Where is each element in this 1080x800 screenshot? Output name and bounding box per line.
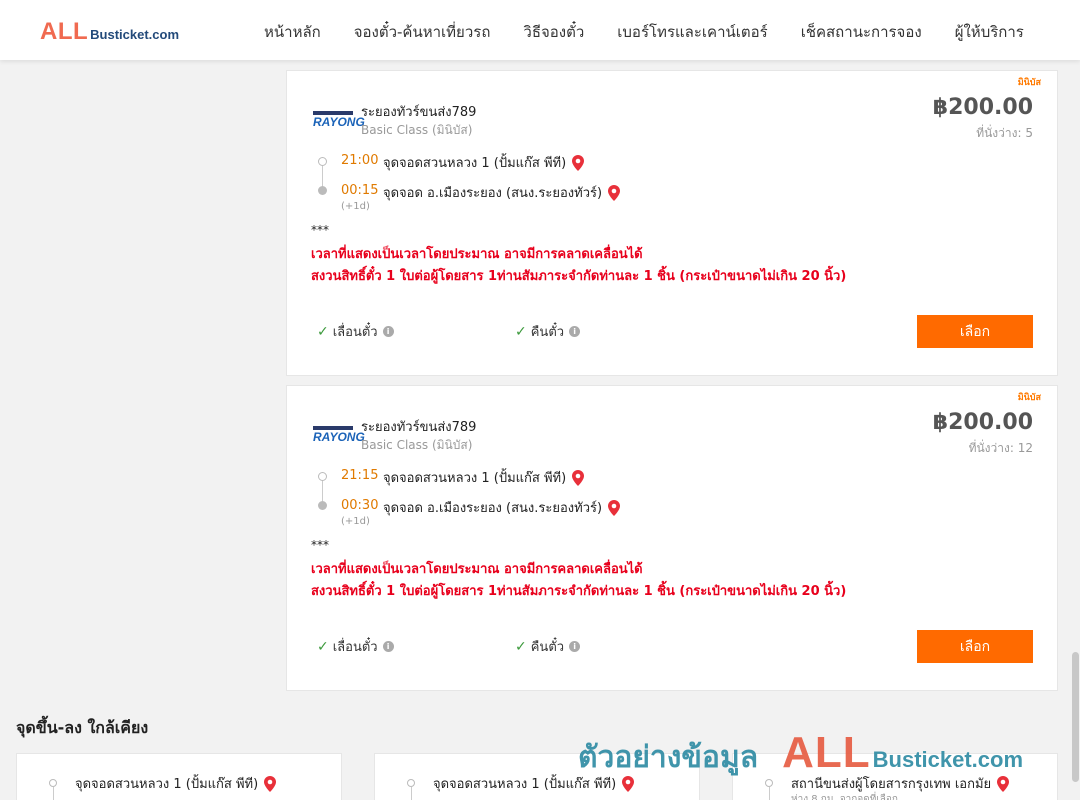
- next-day-indicator: (+1d): [341, 516, 370, 527]
- page-scrollbar[interactable]: [1070, 60, 1080, 800]
- departure-dot-icon: [318, 157, 327, 166]
- info-icon[interactable]: i: [382, 641, 394, 652]
- main-nav: หน้าหลัก จองตั๋ว-ค้นหาเที่ยวรถ วิธีจองตั…: [264, 20, 1057, 44]
- arrival-place: จุดจอด อ.เมืองระยอง (สนง.ระยองทัวร์): [383, 182, 621, 203]
- operator-name: ระยองทัวร์ขนส่ง789: [361, 420, 477, 435]
- note-stars: ***: [311, 223, 329, 237]
- nearby-stop-name: จุดจอดสวนหลวง 1 (ปั้มแก๊ส พีที): [75, 773, 277, 794]
- site-header: ALL Busticket.com หน้าหลัก จองตั๋ว-ค้นหา…: [0, 0, 1080, 60]
- info-icon[interactable]: i: [569, 641, 581, 652]
- check-icon: ✓: [317, 323, 329, 340]
- nav-phone-counter[interactable]: เบอร์โทรและเคาน์เตอร์: [617, 20, 767, 44]
- map-pin-icon[interactable]: [997, 775, 1010, 792]
- arrival-time: 00:15: [341, 183, 379, 198]
- departure-time: 21:00: [341, 153, 379, 168]
- reschedule-label: เลื่อนตั๋ว: [332, 325, 378, 340]
- nearby-stop-card[interactable]: สถานีขนส่งผู้โดยสารกรุงเทพ เอกมัย ห่าง 8…: [732, 753, 1058, 800]
- nearby-stop-distance: ห่าง 8 กม. จากจุดที่เลือก: [791, 794, 898, 800]
- nearby-stop-name: สถานีขนส่งผู้โดยสารกรุงเทพ เอกมัย: [791, 773, 1010, 794]
- trip-card: มินิบัส RAYONG ระยองทัวร์ขนส่ง789 Basic …: [286, 385, 1058, 691]
- time-warning: เวลาที่แสดงเป็นเวลาโดยประมาณ อาจมีการคลา…: [311, 247, 643, 262]
- bus-class: Basic Class (มินิบัส): [361, 123, 473, 137]
- nav-how-to-book[interactable]: วิธีจองตั๋ว: [523, 20, 584, 44]
- departure-place: จุดจอดสวนหลวง 1 (ปั้มแก๊ส พีที): [383, 152, 585, 173]
- seats-available: ที่นั่งว่าง: 12: [968, 441, 1033, 455]
- trip-price: ฿200.00: [932, 95, 1033, 120]
- logo-domain-text: Busticket.com: [90, 27, 180, 42]
- vehicle-type-badge: มินิบัส: [1017, 393, 1041, 403]
- arrival-place-label: จุดจอด อ.เมืองระยอง (สนง.ระยองทัวร์): [383, 186, 603, 201]
- nav-check-status[interactable]: เช็คสถานะการจอง: [801, 20, 922, 44]
- scrollbar-thumb[interactable]: [1072, 652, 1079, 782]
- map-pin-icon[interactable]: [572, 469, 585, 486]
- departure-dot-icon: [318, 472, 327, 481]
- reschedule-option: ✓ เลื่อนตั๋ว i: [317, 636, 394, 657]
- operator-logo: RAYONG: [313, 111, 365, 131]
- info-icon[interactable]: i: [382, 326, 394, 337]
- reschedule-option: ✓ เลื่อนตั๋ว i: [317, 321, 394, 342]
- check-icon: ✓: [515, 323, 527, 340]
- vehicle-type-badge: มินิบัส: [1017, 78, 1041, 88]
- trip-price: ฿200.00: [932, 410, 1033, 435]
- trip-card: มินิบัส RAYONG ระยองทัวร์ขนส่ง789 Basic …: [286, 70, 1058, 376]
- departure-place-label: จุดจอดสวนหลวง 1 (ปั้มแก๊ส พีที): [383, 471, 567, 486]
- arrival-dot-icon: [318, 186, 327, 195]
- refund-option: ✓ คืนตั๋ว i: [515, 321, 581, 342]
- luggage-warning: สงวนสิทธิ์ตั๋ว 1 ใบต่อผู้โดยสาร 1ท่านสัม…: [311, 584, 847, 599]
- map-pin-icon[interactable]: [264, 775, 277, 792]
- operator-name: ระยองทัวร์ขนส่ง789: [361, 105, 477, 120]
- nearby-stop-name: จุดจอดสวนหลวง 1 (ปั้มแก๊ส พีที): [433, 773, 635, 794]
- departure-place: จุดจอดสวนหลวง 1 (ปั้มแก๊ส พีที): [383, 467, 585, 488]
- operator-logo: RAYONG: [313, 426, 365, 446]
- site-logo[interactable]: ALL Busticket.com: [40, 18, 179, 46]
- time-warning: เวลาที่แสดงเป็นเวลาโดยประมาณ อาจมีการคลา…: [311, 562, 643, 577]
- nearby-stops-heading: จุดขึ้น-ลง ใกล้เคียง: [16, 718, 149, 737]
- nearby-stop-card[interactable]: จุดจอดสวนหลวง 1 (ปั้มแก๊ส พีที): [374, 753, 700, 800]
- select-trip-button[interactable]: เลือก: [917, 315, 1033, 348]
- map-pin-icon[interactable]: [608, 499, 621, 516]
- check-icon: ✓: [317, 638, 329, 655]
- luggage-warning: สงวนสิทธิ์ตั๋ว 1 ใบต่อผู้โดยสาร 1ท่านสัม…: [311, 269, 847, 284]
- arrival-place: จุดจอด อ.เมืองระยอง (สนง.ระยองทัวร์): [383, 497, 621, 518]
- stop-dot-icon: [49, 779, 57, 787]
- nearby-stop-card[interactable]: จุดจอดสวนหลวง 1 (ปั้มแก๊ส พีที): [16, 753, 342, 800]
- nav-operators[interactable]: ผู้ให้บริการ: [955, 20, 1024, 44]
- map-pin-icon[interactable]: [622, 775, 635, 792]
- arrival-time: 00:30: [341, 498, 379, 513]
- nav-home[interactable]: หน้าหลัก: [264, 20, 321, 44]
- map-pin-icon[interactable]: [572, 154, 585, 171]
- note-stars: ***: [311, 538, 329, 552]
- departure-time: 21:15: [341, 468, 379, 483]
- arrival-dot-icon: [318, 501, 327, 510]
- stop-dot-icon: [407, 779, 415, 787]
- next-day-indicator: (+1d): [341, 201, 370, 212]
- seats-available: ที่นั่งว่าง: 5: [976, 126, 1033, 140]
- departure-place-label: จุดจอดสวนหลวง 1 (ปั้มแก๊ส พีที): [383, 156, 567, 171]
- arrival-place-label: จุดจอด อ.เมืองระยอง (สนง.ระยองทัวร์): [383, 501, 603, 516]
- bus-class: Basic Class (มินิบัส): [361, 438, 473, 452]
- refund-label: คืนตั๋ว: [530, 325, 565, 340]
- nav-book-search[interactable]: จองตั๋ว-ค้นหาเที่ยวรถ: [354, 20, 491, 44]
- refund-label: คืนตั๋ว: [530, 640, 565, 655]
- reschedule-label: เลื่อนตั๋ว: [332, 640, 378, 655]
- map-pin-icon[interactable]: [608, 184, 621, 201]
- logo-all-text: ALL: [40, 18, 89, 45]
- select-trip-button[interactable]: เลือก: [917, 630, 1033, 663]
- refund-option: ✓ คืนตั๋ว i: [515, 636, 581, 657]
- check-icon: ✓: [515, 638, 527, 655]
- info-icon[interactable]: i: [569, 326, 581, 337]
- stop-dot-icon: [765, 779, 773, 787]
